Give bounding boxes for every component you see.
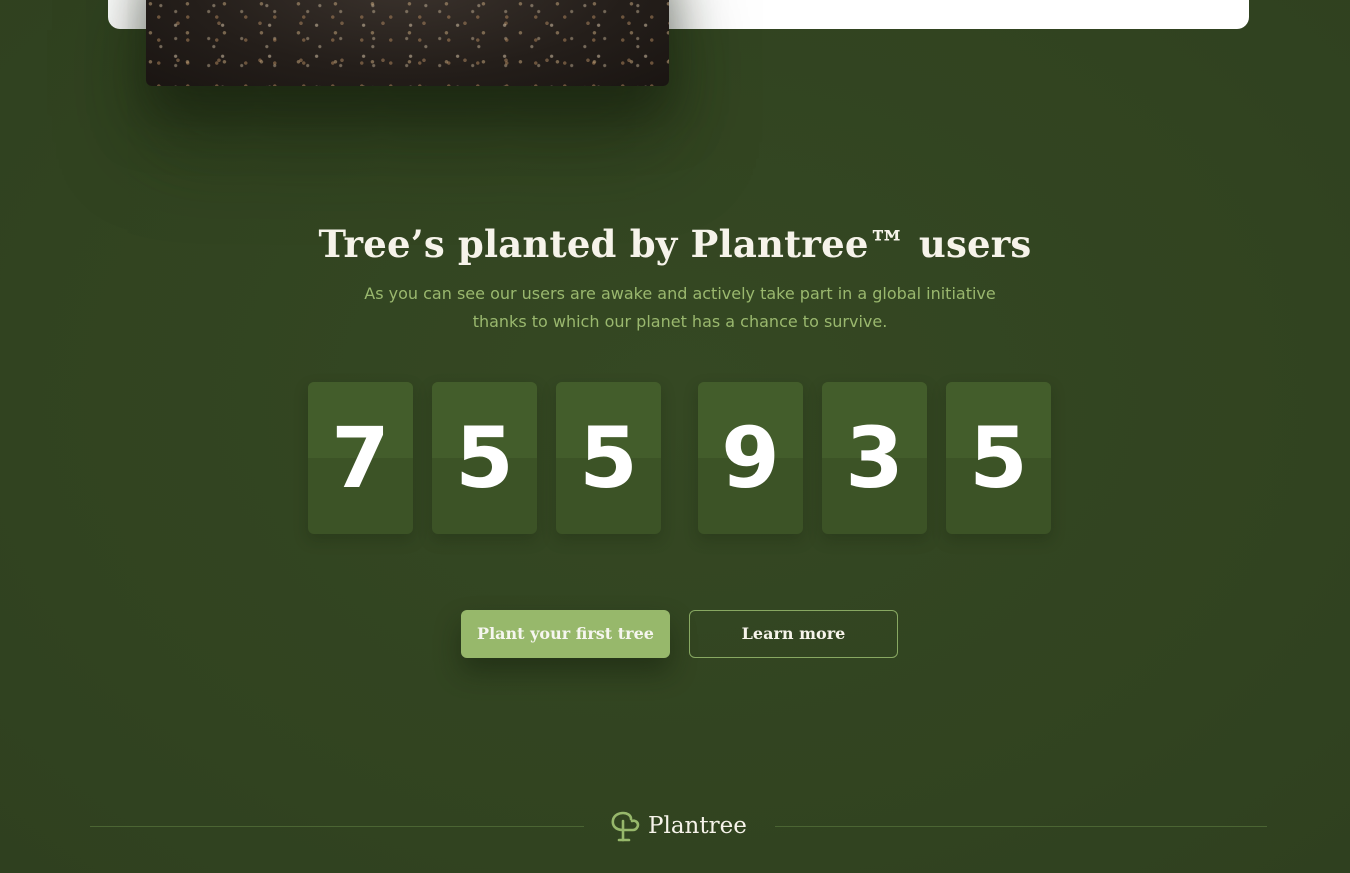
counter-digit-value: 9 xyxy=(721,409,780,507)
section-title: Tree’s planted by Plantree™ users xyxy=(318,222,1032,266)
counter-digit: 3 xyxy=(822,382,927,534)
tree-sprout-icon xyxy=(611,811,640,842)
counter-digit: 5 xyxy=(556,382,661,534)
section-subtitle: As you can see our users are awake and a… xyxy=(364,284,996,331)
card-fade xyxy=(660,0,730,29)
counter-digit: 9 xyxy=(698,382,803,534)
counter-digit-value: 5 xyxy=(969,409,1028,507)
counter-digit-value: 3 xyxy=(845,409,904,507)
learn-more-button[interactable]: Learn more xyxy=(689,610,898,658)
plant-first-tree-button[interactable]: Plant your first tree xyxy=(461,610,670,658)
footer-logo[interactable]: Plantree xyxy=(608,806,747,846)
counter-digit-value: 7 xyxy=(331,409,390,507)
counter-digit: 5 xyxy=(432,382,537,534)
counter-digit-value: 5 xyxy=(455,409,514,507)
footer-divider-left xyxy=(90,826,584,827)
soil-image xyxy=(146,0,669,86)
footer-brand-name: Plantree xyxy=(648,813,747,839)
footer-divider-right xyxy=(775,826,1267,827)
counter-digit: 5 xyxy=(946,382,1051,534)
counter-digit-value: 5 xyxy=(579,409,638,507)
counter-digit: 7 xyxy=(308,382,413,534)
page: Tree’s planted by Plantree™ users As you… xyxy=(0,0,1350,873)
